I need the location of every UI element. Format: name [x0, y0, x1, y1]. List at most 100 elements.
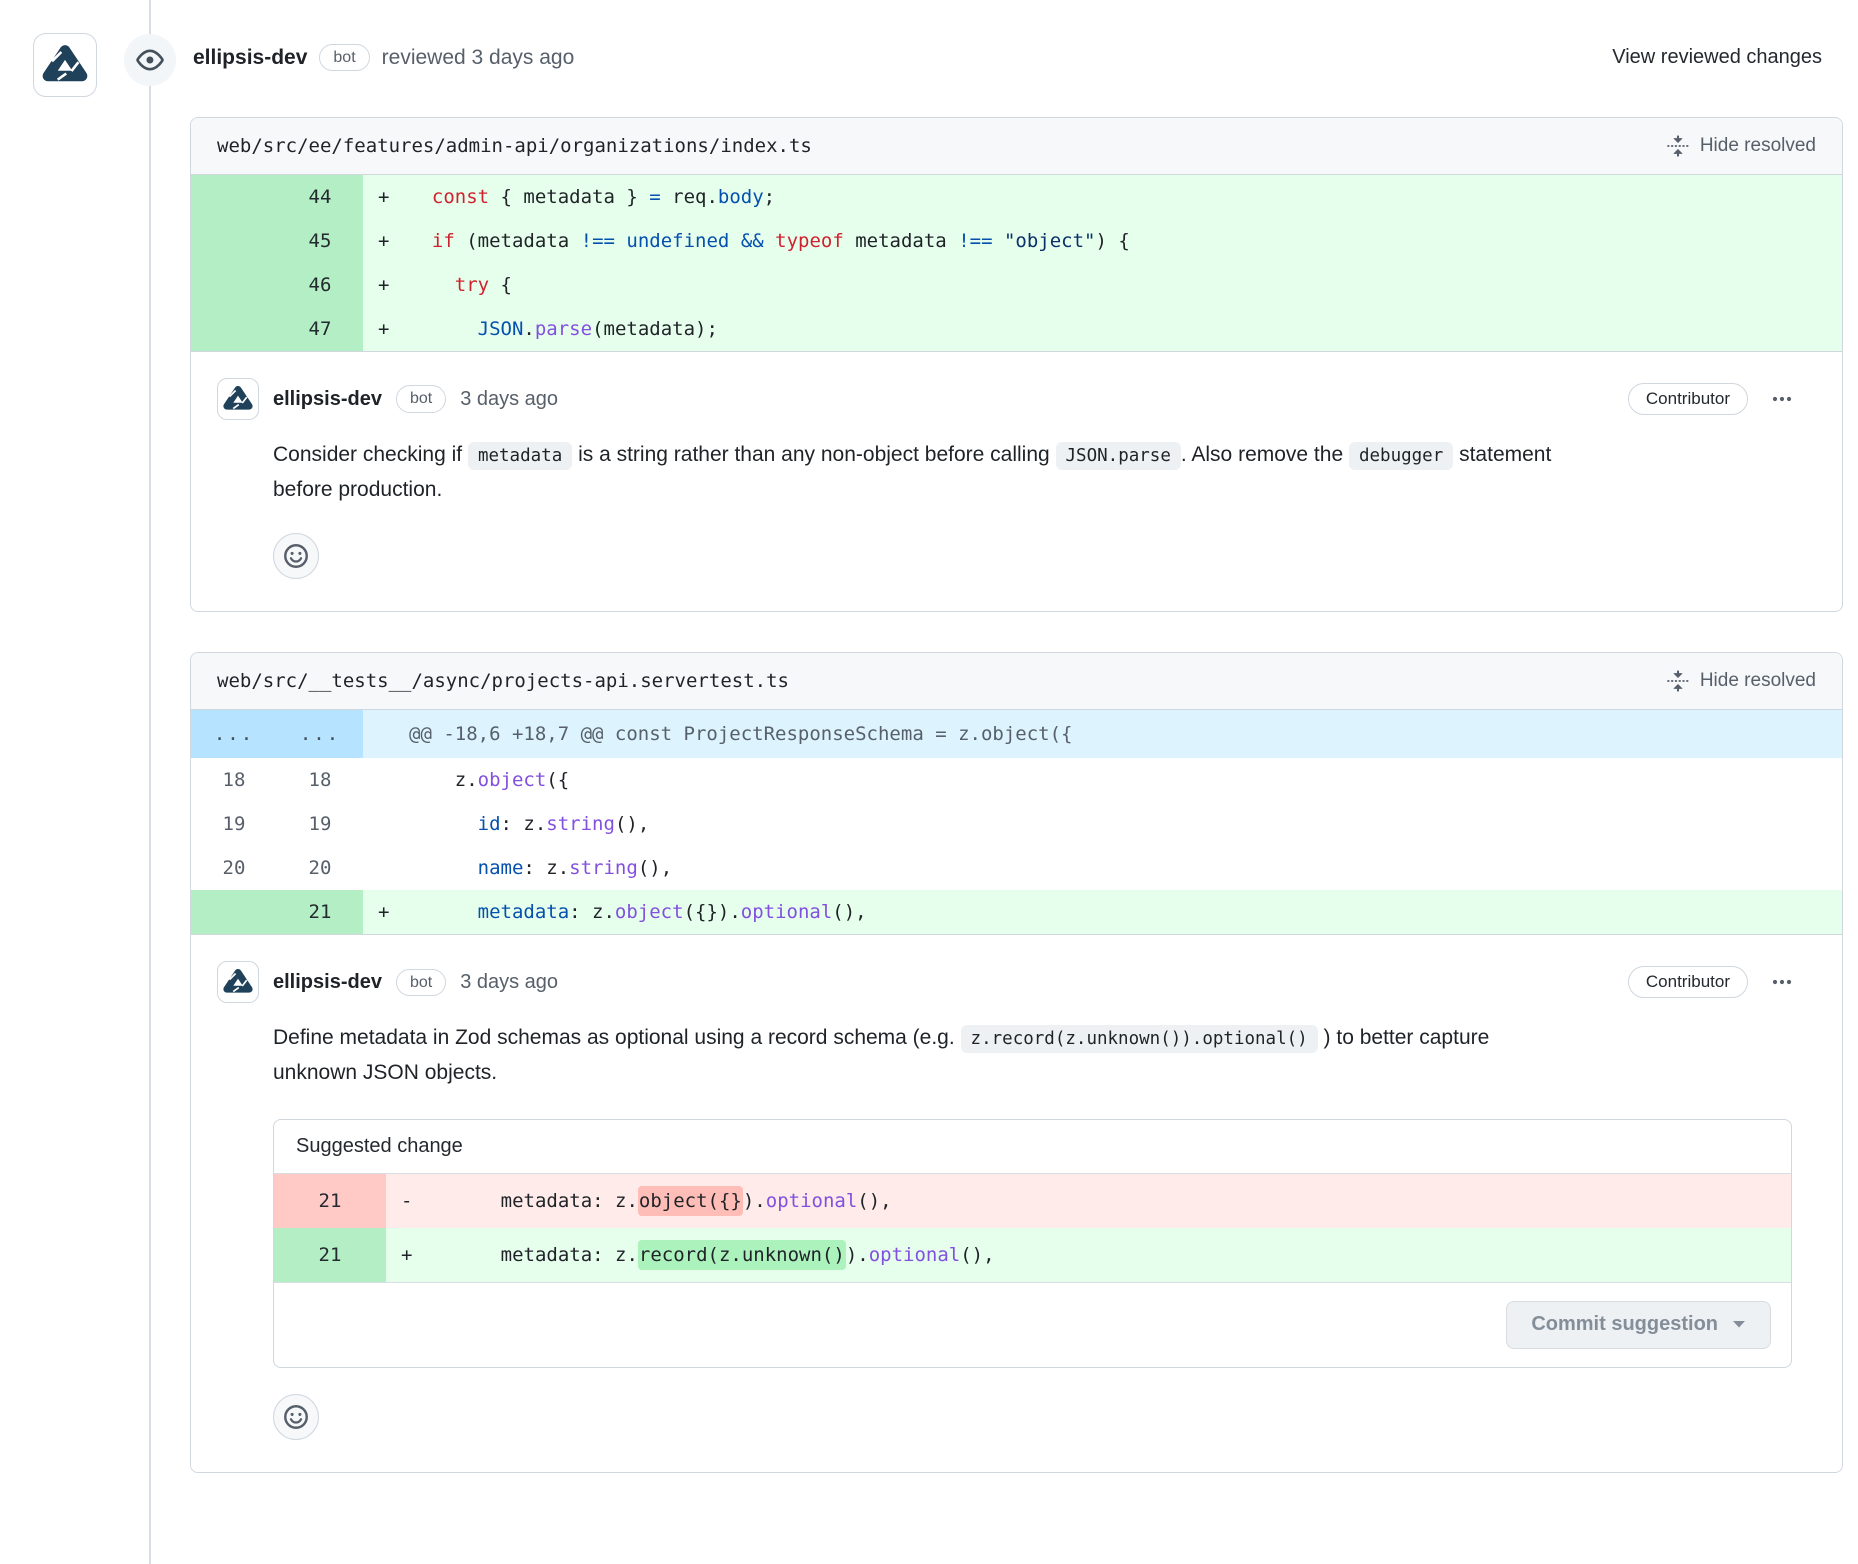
code-line: z.object({	[409, 758, 1842, 802]
diff-row[interactable]: 1818 z.object({	[191, 758, 1842, 802]
old-line-number[interactable]: 20	[191, 846, 277, 890]
bot-badge: bot	[319, 44, 369, 71]
diff-row[interactable]: 21+ metadata: z.object({}).optional(),	[191, 890, 1842, 934]
comment-avatar[interactable]	[217, 378, 259, 420]
ellipsis-dev-logo-icon	[39, 39, 91, 91]
contributor-badge: Contributor	[1628, 966, 1748, 998]
kebab-menu-icon[interactable]	[1772, 396, 1792, 402]
new-line-number[interactable]: 46	[277, 263, 363, 307]
code-line: metadata: z.object({}).optional(),	[409, 890, 1842, 934]
diff-table: ...... @@ -18,6 +18,7 @@ const ProjectRes…	[191, 710, 1842, 935]
code-line: id: z.string(),	[409, 802, 1842, 846]
diff-row[interactable]: 45+ if (metadata !== undefined && typeof…	[191, 219, 1842, 263]
diff-sign: -	[386, 1174, 432, 1228]
diff-row[interactable]: 2020 name: z.string(),	[191, 846, 1842, 890]
old-line-number[interactable]	[191, 263, 277, 307]
diff-row[interactable]: 21+ metadata: z.record(z.unknown()).opti…	[274, 1228, 1791, 1282]
inline-code: z.record(z.unknown()).optional()	[961, 1025, 1318, 1053]
comment-header: ellipsis-dev bot 3 days ago Contributor	[217, 378, 1792, 420]
ellipsis-dev-logo-icon	[221, 382, 255, 416]
smiley-icon	[283, 1404, 309, 1430]
new-line-number[interactable]: 19	[277, 802, 363, 846]
new-line-number[interactable]: 45	[277, 219, 363, 263]
code-line: name: z.string(),	[409, 846, 1842, 890]
new-line-number[interactable]: 18	[277, 758, 363, 802]
diff-row[interactable]: 47+ JSON.parse(metadata);	[191, 307, 1842, 351]
eye-icon	[124, 34, 176, 86]
comment-body: Define metadata in Zod schemas as option…	[273, 1021, 1553, 1090]
hide-resolved-button[interactable]: Hide resolved	[1667, 670, 1816, 692]
file-header: web/src/__tests__/async/projects-api.ser…	[191, 653, 1842, 710]
diff-sign	[363, 802, 409, 846]
new-line-number[interactable]: 20	[277, 846, 363, 890]
diff-sign: +	[386, 1228, 432, 1282]
comment-header: ellipsis-dev bot 3 days ago Contributor	[217, 961, 1792, 1003]
fold-icon	[1667, 135, 1689, 157]
new-line-number[interactable]: ...	[277, 710, 363, 758]
timeline-line	[149, 0, 151, 1564]
old-line-number[interactable]	[191, 307, 277, 351]
comment-timestamp[interactable]: 3 days ago	[460, 971, 558, 994]
suggested-change-title: Suggested change	[274, 1120, 1791, 1174]
code-line: const { metadata } = req.body;	[409, 175, 1842, 219]
add-reaction-button[interactable]	[273, 1394, 319, 1440]
add-reaction-button[interactable]	[273, 533, 319, 579]
old-line-number[interactable]	[191, 219, 277, 263]
suggested-change-block: Suggested change 21- metadata: z.object(…	[273, 1119, 1792, 1368]
inline-code: JSON.parse	[1056, 442, 1181, 470]
file-header: web/src/ee/features/admin-api/organizati…	[191, 118, 1842, 175]
code-line: if (metadata !== undefined && typeof met…	[409, 219, 1842, 263]
line-number[interactable]: 21	[274, 1174, 386, 1228]
review-thread-card: web/src/ee/features/admin-api/organizati…	[190, 117, 1843, 612]
diff-sign	[363, 758, 409, 802]
old-line-number[interactable]: ...	[191, 710, 277, 758]
contributor-badge: Contributor	[1628, 383, 1748, 415]
code-line: @@ -18,6 +18,7 @@ const ProjectResponseS…	[409, 710, 1842, 758]
bot-badge: bot	[396, 385, 446, 412]
file-path[interactable]: web/src/ee/features/admin-api/organizati…	[217, 135, 812, 157]
reviewer-name[interactable]: ellipsis-dev	[193, 46, 307, 70]
diff-row[interactable]: 1919 id: z.string(),	[191, 802, 1842, 846]
hide-resolved-button[interactable]: Hide resolved	[1667, 135, 1816, 157]
commit-suggestion-button[interactable]: Commit suggestion	[1506, 1301, 1771, 1349]
old-line-number[interactable]	[191, 890, 277, 934]
old-line-number[interactable]	[191, 175, 277, 219]
diff-row[interactable]: 44+ const { metadata } = req.body;	[191, 175, 1842, 219]
hide-resolved-label: Hide resolved	[1700, 670, 1816, 692]
kebab-menu-icon[interactable]	[1772, 979, 1792, 985]
diff-sign: +	[363, 263, 409, 307]
old-line-number[interactable]: 18	[191, 758, 277, 802]
line-number[interactable]: 21	[274, 1228, 386, 1282]
ellipsis-dev-logo-icon	[221, 965, 255, 999]
smiley-icon	[283, 543, 309, 569]
old-line-number[interactable]: 19	[191, 802, 277, 846]
suggestion-diff-table: 21- metadata: z.object({}).optional(),21…	[274, 1174, 1791, 1282]
new-line-number[interactable]: 47	[277, 307, 363, 351]
diff-sign: +	[363, 219, 409, 263]
bot-badge: bot	[396, 969, 446, 996]
diff-sign	[363, 846, 409, 890]
diff-row[interactable]: ...... @@ -18,6 +18,7 @@ const ProjectRes…	[191, 710, 1842, 758]
code-line: try {	[409, 263, 1842, 307]
reviewer-avatar[interactable]	[33, 33, 97, 97]
comment-timestamp[interactable]: 3 days ago	[460, 388, 558, 411]
suggestion-footer: Commit suggestion	[274, 1282, 1791, 1367]
new-line-number[interactable]: 21	[277, 890, 363, 934]
review-threads: web/src/ee/features/admin-api/organizati…	[190, 117, 1843, 1473]
view-reviewed-changes-link[interactable]: View reviewed changes	[1612, 46, 1822, 69]
hide-resolved-label: Hide resolved	[1700, 135, 1816, 157]
diff-sign	[363, 710, 409, 758]
review-comment: ellipsis-dev bot 3 days ago Contributor …	[191, 352, 1842, 611]
code-line: metadata: z.object({}).optional(),	[432, 1174, 1791, 1228]
caret-down-icon	[1732, 1320, 1746, 1329]
diff-row[interactable]: 21- metadata: z.object({}).optional(),	[274, 1174, 1791, 1228]
comment-author[interactable]: ellipsis-dev	[273, 971, 382, 994]
diff-table: 44+ const { metadata } = req.body;45+ if…	[191, 175, 1842, 352]
diff-row[interactable]: 46+ try {	[191, 263, 1842, 307]
code-line: metadata: z.record(z.unknown()).optional…	[432, 1228, 1791, 1282]
comment-avatar[interactable]	[217, 961, 259, 1003]
new-line-number[interactable]: 44	[277, 175, 363, 219]
comment-author[interactable]: ellipsis-dev	[273, 388, 382, 411]
file-path[interactable]: web/src/__tests__/async/projects-api.ser…	[217, 670, 789, 692]
review-thread-card: web/src/__tests__/async/projects-api.ser…	[190, 652, 1843, 1472]
